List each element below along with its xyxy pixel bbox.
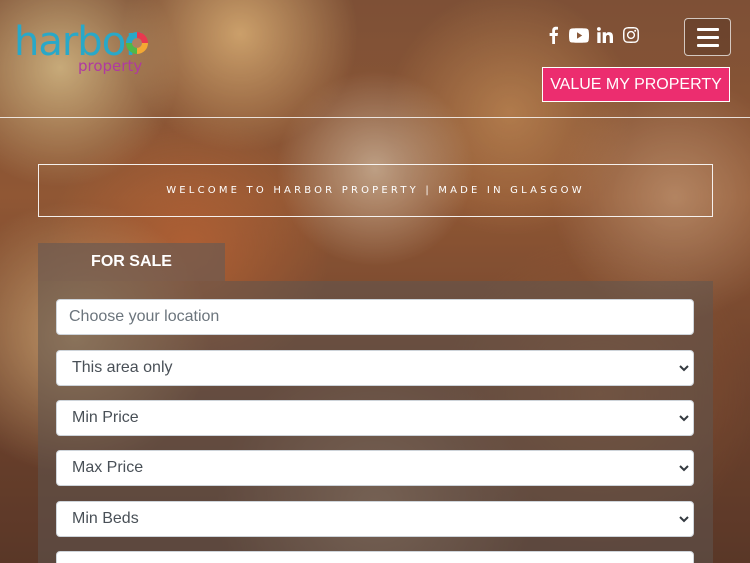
logo-ring-icon [126,32,148,54]
min-price-select[interactable]: Min Price [56,400,694,436]
max-price-selected-value: Max Price [72,459,144,476]
header-divider [0,117,750,118]
logo-tagline: property [78,57,143,75]
tab-for-sale[interactable]: FOR SALE [38,243,225,281]
chevron-down-icon [679,465,689,472]
chevron-down-icon [679,516,689,523]
hamburger-menu-button[interactable] [684,18,731,56]
hamburger-icon-bar [696,43,719,47]
next-filter-select[interactable] [56,551,694,563]
instagram-icon[interactable] [618,24,644,46]
chevron-down-icon [679,365,689,372]
facebook-icon[interactable] [540,24,566,46]
location-placeholder: Choose your location [69,308,220,325]
social-links [540,24,644,46]
logo-wordmark: harbor [14,19,142,65]
radius-select[interactable]: This area only [56,350,694,386]
linkedin-icon[interactable] [592,24,618,46]
location-search-input[interactable]: Choose your location [56,299,694,335]
min-beds-selected-value: Min Beds [72,510,139,527]
min-beds-select[interactable]: Min Beds [56,501,694,537]
chevron-down-icon [679,415,689,422]
welcome-banner: WELCOME TO HARBOR PROPERTY | MADE IN GLA… [38,164,713,217]
radius-selected-value: This area only [72,359,173,376]
youtube-icon[interactable] [566,24,592,46]
hamburger-icon-bar [696,27,719,31]
max-price-select[interactable]: Max Price [56,450,694,486]
value-my-property-button[interactable]: VALUE MY PROPERTY [542,67,730,102]
harbor-logo[interactable]: harbor property [14,22,164,78]
hamburger-icon-bar [696,35,719,39]
min-price-selected-value: Min Price [72,409,139,426]
